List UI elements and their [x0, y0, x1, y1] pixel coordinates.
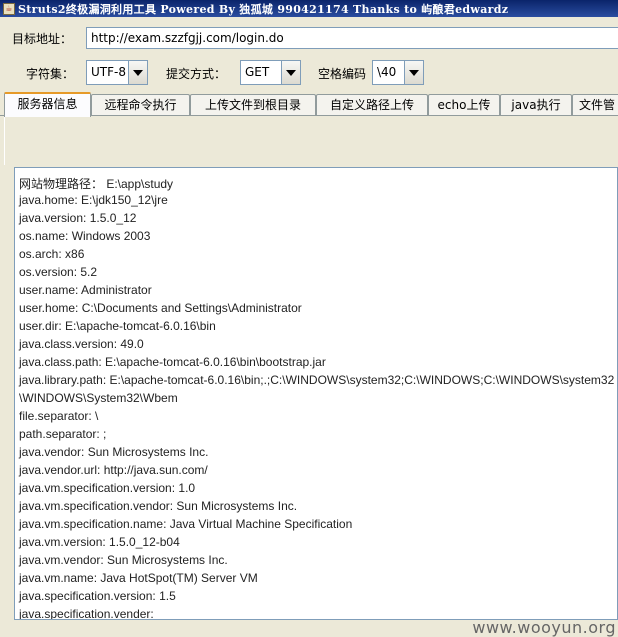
output-line: java.specification.version: 1.5 [19, 589, 176, 603]
tab-strip: 服务器信息 远程命令执行 上传文件到根目录 自定义路径上传 echo上传 jav… [0, 92, 618, 117]
charset-label: 字符集： [26, 67, 75, 81]
output-line: java.vendor.url: http://java.sun.com/ [19, 463, 208, 477]
output-line: java.vm.specification.version: 1.0 [19, 481, 196, 495]
output-line: 网站物理路径： E:\app\study [19, 177, 174, 191]
output-line: user.dir: E:\apache-tomcat-6.0.16\bin [19, 319, 216, 333]
method-select[interactable]: GET [240, 60, 301, 85]
chevron-down-icon[interactable] [281, 61, 300, 84]
output-line: file.separator: \ [19, 409, 99, 423]
window-titlebar: ☕ Struts2终极漏洞利用工具 Powered By 独孤城 9904211… [0, 0, 618, 17]
tab-echo-upload[interactable]: echo上传 [428, 94, 500, 116]
output-line: java.library.path: E:\apache-tomcat-6.0.… [19, 373, 615, 387]
panel-toolbar-area [4, 116, 618, 165]
output-line: java.vm.name: Java HotSpot(TM) Server VM [19, 571, 258, 585]
method-value: GET [245, 65, 270, 79]
target-url-label: 目标地址： [12, 32, 73, 46]
watermark: www.wooyun.org [472, 618, 616, 637]
method-label: 提交方式： [166, 67, 227, 81]
window-title: Struts2终极漏洞利用工具 Powered By 独孤城 990421174… [18, 2, 509, 16]
output-line: java.version: 1.5.0_12 [19, 211, 137, 225]
output-line: user.name: Administrator [19, 283, 152, 297]
output-line: path.separator: ; [19, 427, 107, 441]
tab-file-manager[interactable]: 文件管 [572, 94, 618, 116]
output-line: java.vendor: Sun Microsystems Inc. [19, 445, 209, 459]
output-line: os.name: Windows 2003 [19, 229, 151, 243]
output-line: os.arch: x86 [19, 247, 85, 261]
output-line: java.vm.specification.vendor: Sun Micros… [19, 499, 298, 513]
output-line: java.vm.specification.name: Java Virtual… [19, 517, 353, 531]
output-line: java.specification.vender: [19, 607, 154, 620]
output-line: java.home: E:\jdk150_12\jre [19, 193, 168, 207]
chevron-down-icon[interactable] [404, 61, 423, 84]
output-line: java.class.version: 49.0 [19, 337, 144, 351]
output-line: java.vm.version: 1.5.0_12-b04 [19, 535, 180, 549]
tab-remote-command[interactable]: 远程命令执行 [91, 94, 190, 116]
chevron-down-icon[interactable] [128, 61, 147, 84]
space-encoding-select[interactable]: \40 [372, 60, 424, 85]
tab-server-info[interactable]: 服务器信息 [4, 92, 91, 117]
output-line: java.class.path: E:\apache-tomcat-6.0.16… [19, 355, 326, 369]
charset-value: UTF-8 [91, 65, 126, 79]
space-encoding-label: 空格编码 [318, 67, 367, 81]
output-line: os.version: 5.2 [19, 265, 98, 279]
tab-java-exec[interactable]: java执行 [500, 94, 572, 116]
tab-custom-path-upload[interactable]: 自定义路径上传 [316, 94, 428, 116]
output-line: user.home: C:\Documents and Settings\Adm… [19, 301, 302, 315]
tab-upload-root[interactable]: 上传文件到根目录 [190, 94, 316, 116]
space-encoding-value: \40 [377, 65, 397, 79]
java-app-icon: ☕ [3, 2, 15, 15]
output-line: java.vm.vendor: Sun Microsystems Inc. [19, 553, 228, 567]
server-info-output[interactable]: 网站物理路径： E:\app\study java.home: E:\jdk15… [14, 167, 618, 620]
target-url-input[interactable]: http://exam.szzfgjj.com/login.do [86, 27, 618, 49]
output-line: \WINDOWS\System32\Wbem [19, 391, 178, 405]
charset-select[interactable]: UTF-8 [86, 60, 148, 85]
